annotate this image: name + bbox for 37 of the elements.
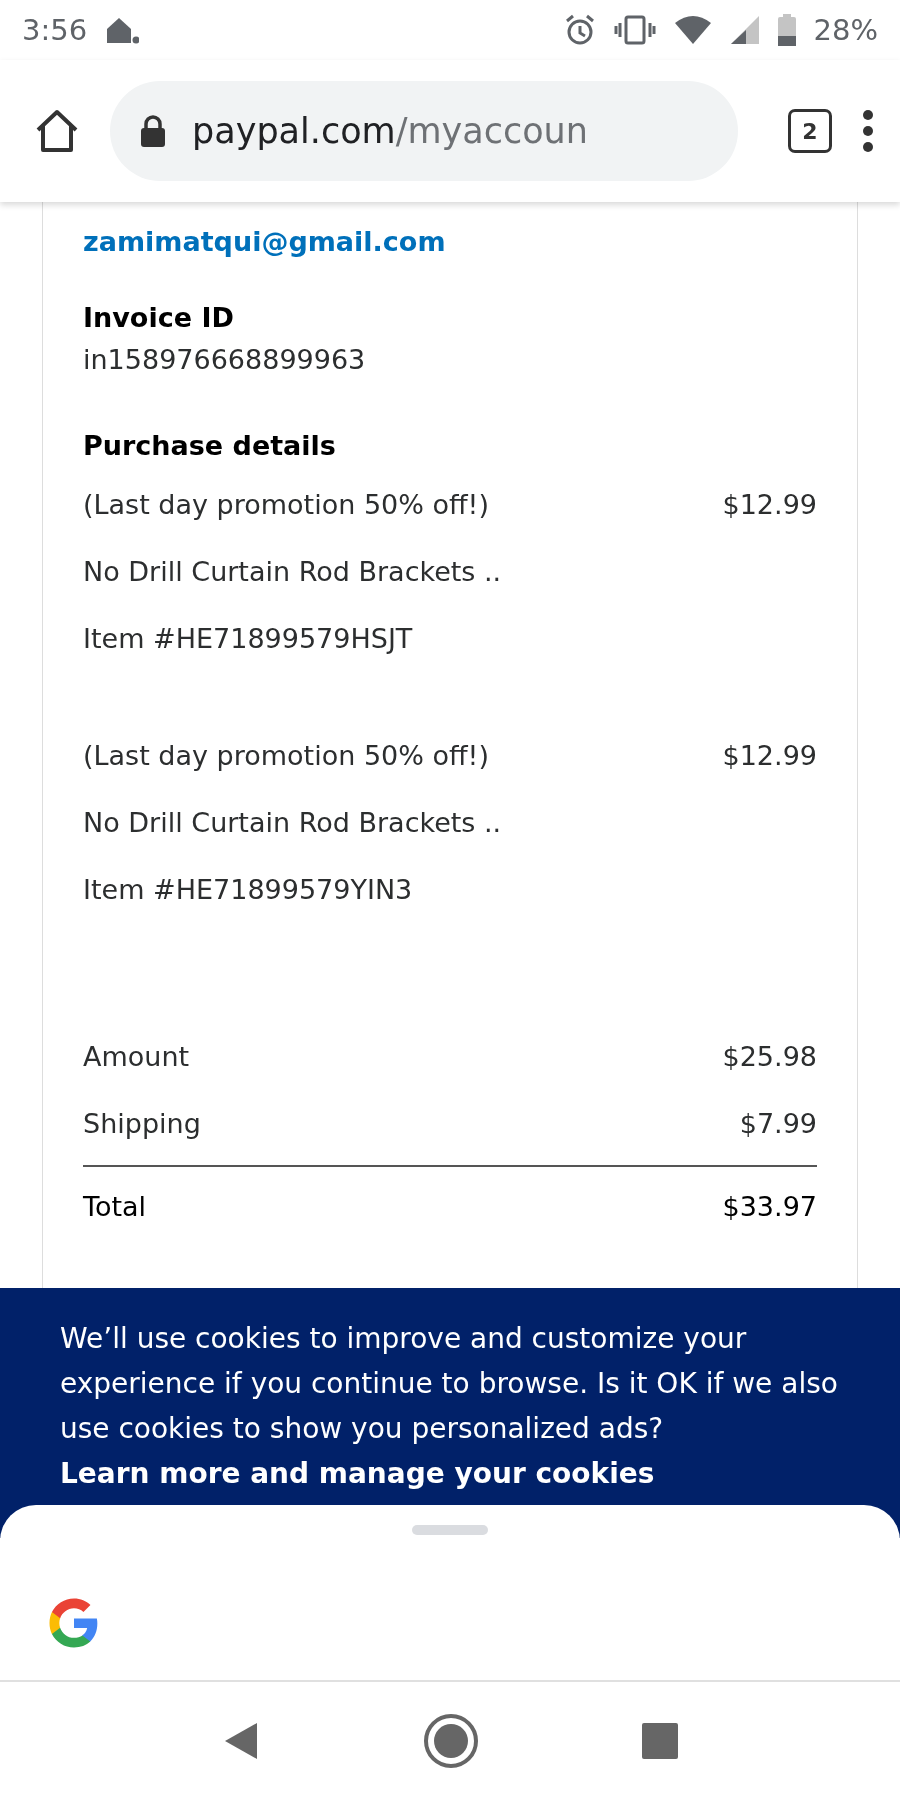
- home-icon[interactable]: [34, 108, 80, 154]
- battery-percent: 28%: [813, 13, 878, 47]
- total-label: Amount: [83, 1041, 190, 1072]
- status-time: 3:56: [22, 13, 88, 47]
- total-value: $7.99: [739, 1108, 817, 1139]
- email-link[interactable]: zamimatqui@gmail.com: [83, 226, 817, 257]
- vibrate-icon: [613, 14, 656, 46]
- total-label: Total: [83, 1190, 147, 1222]
- lock-icon: [140, 115, 166, 147]
- address-bar[interactable]: paypal.com/myaccoun: [110, 81, 738, 181]
- battery-icon: [777, 14, 796, 46]
- item-title: (Last day promotion 50% off!): [83, 489, 489, 520]
- invoice-id-label: Invoice ID: [83, 301, 235, 335]
- item-price: $12.99: [722, 740, 817, 771]
- drag-handle[interactable]: [412, 1525, 488, 1535]
- recents-icon[interactable]: [641, 1722, 679, 1760]
- total-value: $25.98: [722, 1041, 817, 1072]
- cookie-settings-link[interactable]: Learn more and manage your cookies: [60, 1457, 655, 1490]
- total-value: $33.97: [722, 1190, 817, 1222]
- total-label: Shipping: [83, 1108, 201, 1139]
- alarm-icon: [563, 14, 596, 46]
- item-name: No Drill Curtain Rod Brackets ..: [83, 556, 502, 587]
- signal-icon: [729, 15, 760, 45]
- wifi-icon: [673, 15, 712, 45]
- item-title: (Last day promotion 50% off!): [83, 740, 489, 771]
- more-options-icon[interactable]: [862, 109, 874, 153]
- item-name: No Drill Curtain Rod Brackets ..: [83, 807, 502, 838]
- item-number: Item #HE71899579YIN3: [83, 874, 413, 905]
- cookie-notice: We’ll use cookies to improve and customize your experience if you continue to browse. Is it OK if we also use cookies to show you personalized ads? Learn more and manage your cookies: [60, 1321, 839, 1492]
- url-text: paypal.com/myaccoun: [192, 111, 588, 151]
- purchase-details-label: Purchase details: [83, 429, 337, 463]
- item-number: Item #HE71899579HSJT: [83, 623, 413, 654]
- home-button-icon[interactable]: [423, 1713, 479, 1769]
- item-price: $12.99: [722, 489, 817, 520]
- invoice-id: in158976668899963: [83, 343, 367, 377]
- home-notification-icon: [105, 15, 140, 45]
- tab-count-button[interactable]: 2: [788, 109, 832, 153]
